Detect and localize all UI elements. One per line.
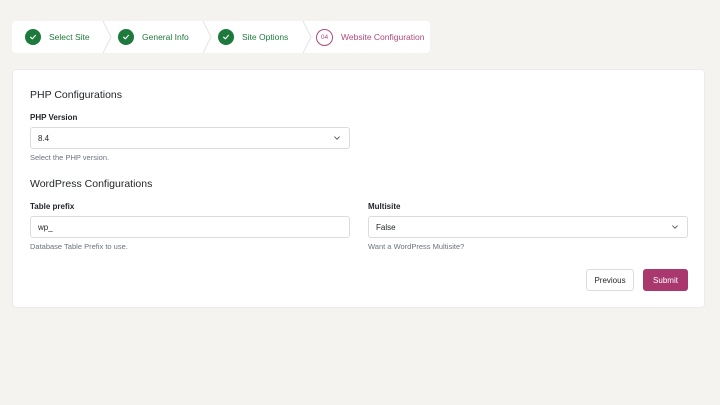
step-label: General Info — [142, 32, 189, 42]
previous-button[interactable]: Previous — [586, 269, 634, 291]
step-label: Select Site — [49, 32, 90, 42]
wizard-stepper: Select Site General Info Site Options 04… — [12, 21, 430, 53]
step-label: Website Configuration — [341, 32, 425, 42]
step-number-badge: 04 — [316, 28, 333, 46]
php-version-helper: Select the PHP version. — [30, 153, 110, 162]
configuration-card: PHP Configurations PHP Version 8.4 Selec… — [12, 69, 705, 308]
chevron-down-icon — [672, 225, 678, 229]
step-label: Site Options — [242, 32, 289, 42]
table-prefix-label: Table prefix — [30, 202, 75, 211]
multisite-value: False — [376, 222, 396, 232]
multisite-helper: Want a WordPress Multisite? — [368, 242, 465, 251]
check-icon — [25, 29, 41, 45]
submit-button[interactable]: Submit — [643, 269, 688, 291]
check-icon — [118, 29, 134, 45]
chevron-down-icon — [334, 136, 340, 140]
step-website-configuration[interactable]: 04 Website Configuration — [312, 21, 430, 53]
check-icon — [218, 29, 234, 45]
step-select-site[interactable]: Select Site — [12, 21, 112, 53]
php-version-label: PHP Version — [30, 113, 78, 122]
table-prefix-input[interactable]: wp_ — [30, 216, 350, 238]
php-section-title: PHP Configurations — [30, 89, 123, 101]
table-prefix-value: wp_ — [38, 222, 53, 232]
multisite-label: Multisite — [368, 202, 401, 211]
step-divider-icon — [302, 21, 312, 53]
php-version-value: 8.4 — [38, 133, 50, 143]
table-prefix-helper: Database Table Prefix to use. — [30, 242, 128, 251]
php-version-select[interactable]: 8.4 — [30, 127, 350, 149]
step-general-info[interactable]: General Info — [112, 21, 212, 53]
wordpress-section-title: WordPress Configurations — [30, 178, 153, 190]
step-divider-icon — [202, 21, 212, 53]
step-divider-icon — [102, 21, 112, 53]
multisite-select[interactable]: False — [368, 216, 688, 238]
step-site-options[interactable]: Site Options — [212, 21, 312, 53]
